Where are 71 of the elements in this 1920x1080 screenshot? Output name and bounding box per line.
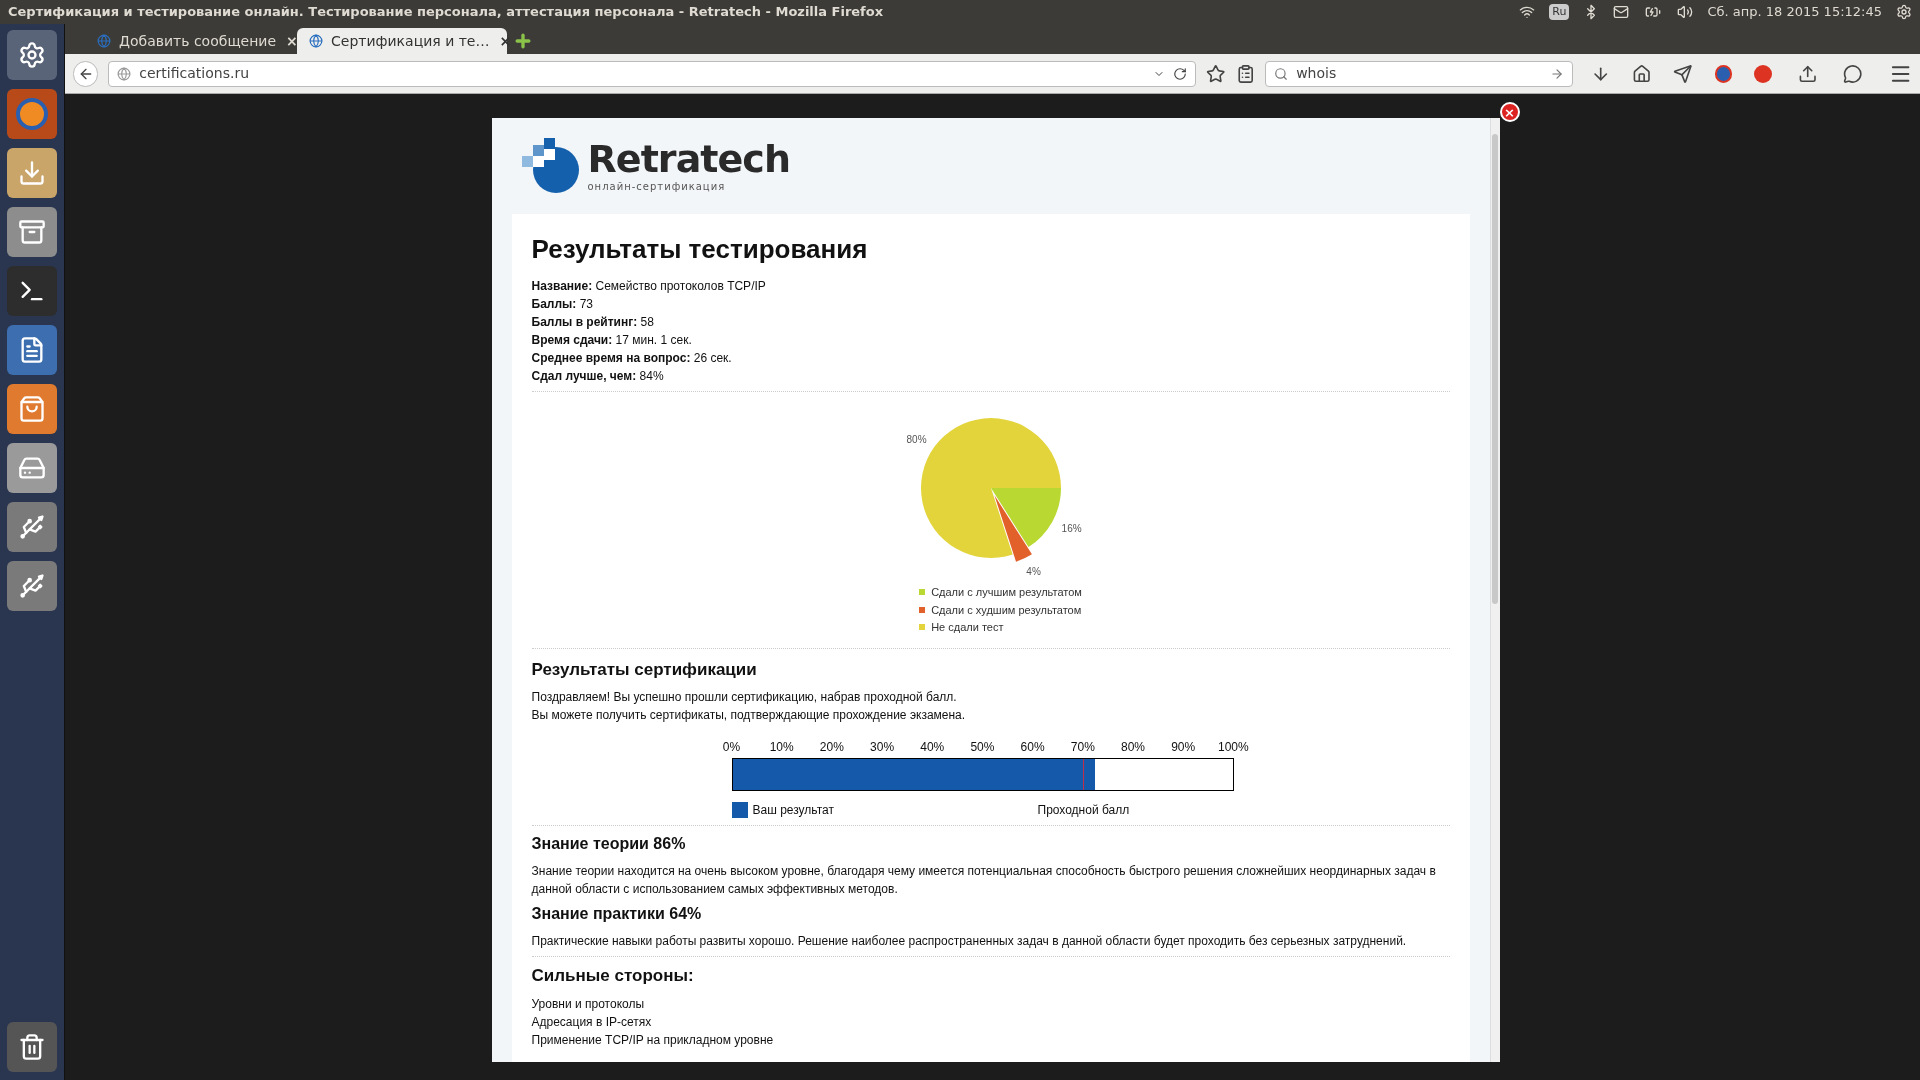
paragraph: Знание теории находится на очень высоком уровне, благодаря чему имеется потенциальная способность быстрого решения сложнейших неординарных задач в данной области с использованием самых эффективных методов.: [531, 863, 1437, 898]
legend-label: Проходной балл: [1037, 802, 1130, 819]
scale-label: 10%: [768, 739, 795, 756]
favicon-icon: [309, 34, 323, 48]
usb-icon[interactable]: [7, 561, 57, 611]
shopping-bag-icon[interactable]: [7, 384, 57, 434]
legend-label: Ваш результат: [752, 802, 835, 819]
scale-label: 40%: [919, 739, 946, 756]
usb-icon[interactable]: [7, 502, 57, 552]
info-line: Баллы: 73: [531, 296, 594, 313]
scale-label: 70%: [1069, 739, 1096, 756]
keyboard-layout[interactable]: Ru: [1549, 3, 1570, 21]
favicon-icon: [97, 34, 111, 48]
paragraph: Вы можете получить сертификаты, подтверждающие прохождение экзамена.: [531, 707, 967, 724]
close-button[interactable]: ×: [1499, 102, 1520, 122]
strength-item: Адресация в IP-сетях: [531, 1013, 653, 1031]
strength-item: Уровни и протоколы: [531, 995, 646, 1013]
legend-label: Сдали с худшим результатом: [931, 602, 1082, 618]
globe-icon: [117, 66, 132, 81]
info-line: Название: Семейство протоколов TCP/IP: [531, 278, 767, 295]
strength-item: Применение TCP/IP на прикладном уровне: [531, 1031, 775, 1049]
logo-tagline: онлайн-сертификация: [587, 179, 727, 194]
section-title: Знание теории 86%: [531, 834, 687, 854]
bookmark-star-icon[interactable]: [1206, 63, 1226, 84]
data-label: 80%: [906, 433, 927, 445]
search-icon: [1274, 66, 1289, 81]
scale-label: 100%: [1217, 739, 1250, 756]
scale-label: 20%: [818, 739, 845, 756]
volume-icon[interactable]: [1677, 4, 1694, 20]
settings-icon[interactable]: [1896, 4, 1912, 20]
scale-label: 90%: [1170, 739, 1197, 756]
home-icon[interactable]: [1631, 63, 1652, 84]
new-tab-icon[interactable]: [513, 31, 533, 51]
paragraph: Практические навыки работы развиты хорошо. Решение наиболее распространенных задач в данной области будет проходить без серьезных затруднений.: [531, 933, 1408, 950]
send-icon[interactable]: [1673, 63, 1693, 84]
data-label: 16%: [1061, 523, 1082, 535]
paragraph: Поздравляем! Вы успешно прошли сертификацию, набрав проходной балл.: [531, 689, 958, 706]
legend-label: Не сдали тест: [931, 620, 1004, 635]
window-title: Сертификация и тестирование онлайн. Тестирование персонала, аттестация персонала - Retratech - Mozilla Firefox: [8, 3, 884, 22]
logo-icon: [521, 138, 580, 194]
info-line: Баллы в рейтинг: 58: [531, 314, 655, 331]
info-line: Время сдачи: 17 мин. 1 сек.: [531, 332, 693, 349]
scale-label: 50%: [969, 739, 996, 756]
upload-icon[interactable]: [1797, 63, 1818, 84]
section-title: Сильные стороны:: [531, 965, 695, 987]
info-line: Сдал лучше, чем: 84%: [531, 368, 665, 385]
info-line: Среднее время на вопрос: 26 сек.: [531, 350, 733, 367]
legend-swatch: [731, 802, 748, 818]
scale-label: 80%: [1120, 739, 1146, 756]
trash-icon[interactable]: [7, 1022, 57, 1072]
wifi-icon[interactable]: [1519, 4, 1536, 20]
mail-icon[interactable]: [1613, 4, 1630, 20]
scale-label: 0%: [721, 739, 742, 756]
reading-list-icon[interactable]: [1235, 63, 1256, 84]
logo-name: Retratech: [587, 138, 791, 179]
legend-label: Сдали с лучшим результатом: [931, 585, 1082, 600]
section-title: Результаты сертификации: [531, 658, 758, 681]
data-label: 4%: [1025, 566, 1041, 578]
drive-icon[interactable]: [7, 443, 57, 493]
scale-label: 30%: [869, 739, 896, 756]
back-button[interactable]: [73, 60, 99, 87]
drawer-icon[interactable]: [7, 207, 57, 257]
scale-label: 60%: [1019, 739, 1046, 756]
section-title: Знание практики 64%: [531, 904, 703, 924]
reload-icon[interactable]: [1173, 66, 1188, 81]
document-icon[interactable]: [7, 325, 57, 375]
clock[interactable]: Сб. апр. 18 2015 15:12:45: [1707, 2, 1882, 22]
page-title: Результаты тестирования: [531, 233, 869, 266]
terminal-icon[interactable]: [7, 266, 57, 316]
chat-icon[interactable]: [1843, 63, 1863, 84]
scrollbar[interactable]: [1489, 118, 1500, 1062]
